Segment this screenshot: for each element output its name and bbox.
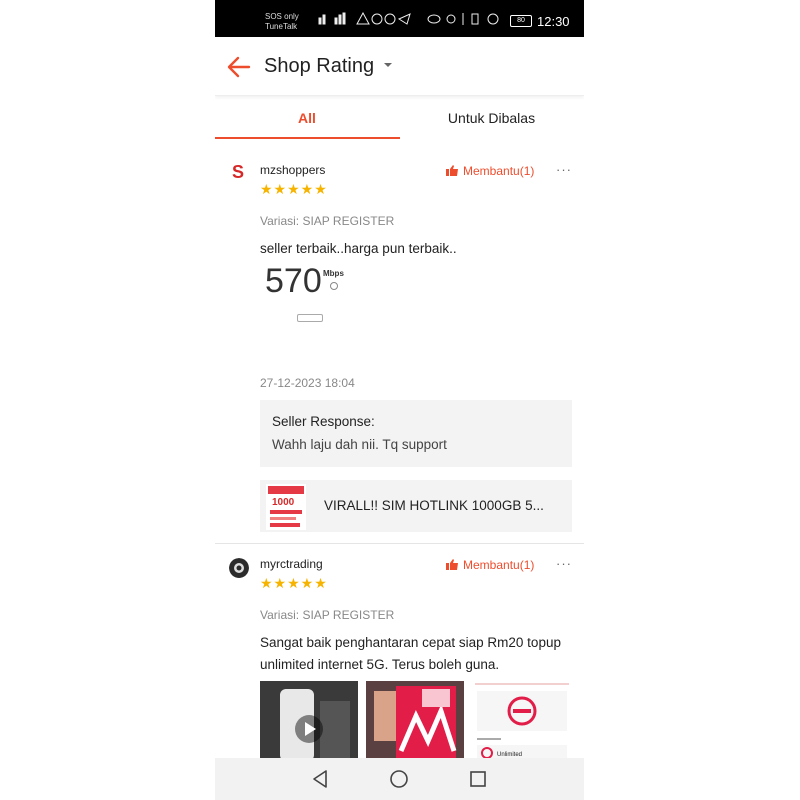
review-photo[interactable]: Unlimited [473,681,571,761]
signal-icon-2 [334,17,338,25]
review-photo-image: Unlimited [473,681,571,761]
status-bar: SOS only TuneTalk 80 12:30 [215,0,584,37]
product-thumbnail: 1000 [266,484,306,530]
video-thumbnail-image [260,681,358,761]
helpful-label: Membantu(1) [463,164,535,178]
clock: 12:30 [537,14,570,29]
product-thumbnail-image: 1000 [266,484,306,530]
reviewer-username: myrctrading [260,557,323,571]
variation-text: Variasi: SIAP REGISTER [260,214,395,228]
active-tab-indicator [215,137,400,139]
page-title[interactable]: Shop Rating [264,55,374,78]
tab-bar: All Untuk Dibalas [215,100,584,140]
seller-response: Seller Response: Wahh laju dah nii. Tq s… [260,400,572,467]
helpful-button[interactable]: Membantu(1) [446,558,534,572]
star-rating: ★★★★★ [260,181,328,197]
helpful-label: Membantu(1) [463,558,535,572]
star-rating: ★★★★★ [260,575,328,591]
helpful-button[interactable]: Membantu(1) [446,164,534,178]
carrier-info: SOS only TuneTalk [265,12,299,32]
back-arrow-icon[interactable] [225,53,253,81]
nav-back-icon[interactable] [311,769,331,789]
battery-icon: 80 [510,15,532,27]
product-name: VIRALL!! SIM HOTLINK 1000GB 5... [324,498,544,513]
alarm-icon [446,14,456,24]
carrier-line-2: TuneTalk [265,22,298,31]
tab-untuk-dibalas[interactable]: Untuk Dibalas [399,110,584,126]
info-icon [330,282,338,290]
product-thumb-text: 1000 [272,497,295,508]
status-icons [315,11,505,29]
seller-response-text: Wahh laju dah nii. Tq support [272,437,447,452]
more-options-icon[interactable]: ··· [556,556,572,571]
review-photo-image [366,681,464,761]
carrier-line-1: SOS only [265,12,299,21]
review-comment: seller terbaik..harga pun terbaik.. [260,241,457,256]
signal-icon [318,17,322,25]
warning-icon [356,11,370,25]
tab-all[interactable]: All [215,110,399,126]
seller-response-title: Seller Response: [272,414,375,429]
thumbs-up-icon [446,165,458,176]
reviewer-username: mzshoppers [260,163,326,177]
telegram-icon [397,13,411,25]
nav-home-icon[interactable] [389,769,409,789]
speed-unit: Mbps [323,269,344,278]
facebook-icon [384,13,396,25]
review-date: 27-12-2023 18:04 [260,376,355,390]
review-divider [215,543,584,544]
eye-icon [427,14,441,24]
review-video-thumbnail[interactable] [260,681,358,761]
status-icons-svg [318,11,499,25]
svg-text:S: S [232,162,244,181]
review-photo[interactable] [366,681,464,761]
system-nav-bar [215,758,584,800]
circle-icon [371,13,383,25]
speed-test-button-graphic [297,314,323,322]
caret-down-icon[interactable] [384,63,392,67]
product-link[interactable]: 1000 VIRALL!! SIM HOTLINK 1000GB 5... [260,480,572,532]
avatar[interactable] [229,558,249,578]
variation-text: Variasi: SIAP REGISTER [260,608,395,622]
review-comment: Sangat baik penghantaran cepat siap Rm20… [260,635,561,672]
vibrate-icon [471,13,479,25]
sync-icon [487,13,499,25]
more-options-icon[interactable]: ··· [556,162,572,177]
nav-recents-icon[interactable] [468,769,488,789]
thumbs-up-icon [446,559,458,570]
app-bar: Shop Rating [215,37,584,96]
phone-screen: SOS only TuneTalk 80 12:30 Shop Rating A… [215,0,584,800]
avatar[interactable]: S [229,161,249,181]
speed-value: 570 [265,262,322,300]
